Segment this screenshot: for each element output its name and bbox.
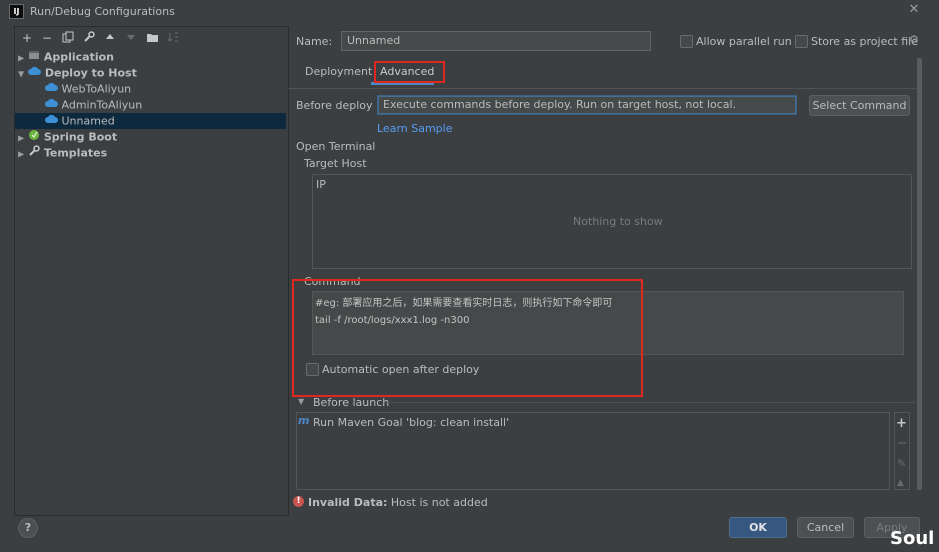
copy-icon[interactable] [61,31,75,45]
learn-sample-link[interactable]: Learn Sample [377,122,453,135]
select-command-button[interactable]: Select Command [809,95,910,116]
tree-item-admintoaliyun[interactable]: AdminToAliyun [45,97,286,113]
status-bold: Invalid Data: [308,496,388,509]
settings-gear-icon[interactable]: ⚙ [909,33,919,46]
cloud-deploy-icon [45,97,58,114]
before-launch-label: Before launch [313,396,390,409]
tab-deployment[interactable]: Deployment [305,65,372,78]
wrench-icon [28,145,40,162]
tree-item-application[interactable]: ▶ Application [18,49,286,65]
status-message: Invalid Data: Host is not added [308,496,488,509]
vertical-scrollbar[interactable] [917,58,922,490]
wrench-icon[interactable] [82,31,96,45]
store-project-file-checkbox[interactable] [795,35,808,48]
add-icon[interactable]: + [20,31,34,45]
move-up-icon[interactable] [103,31,117,45]
sort-icon[interactable] [166,31,180,45]
allow-parallel-label: Allow parallel run [696,35,792,48]
tab-divider [288,88,920,89]
before-launch-task[interactable]: Run Maven Goal 'blog: clean install' [313,416,509,429]
before-launch-divider [385,402,915,403]
expand-arrow-icon[interactable]: ▶ [18,134,24,143]
close-icon[interactable]: ✕ [906,2,922,18]
open-terminal-label: Open Terminal [296,140,376,153]
remove-icon[interactable]: − [40,31,54,45]
error-icon: ! [293,496,304,507]
cloud-deploy-icon [28,65,41,82]
expand-arrow-icon[interactable]: ▶ [18,150,24,159]
target-host-label: Target Host [304,157,367,170]
cancel-button[interactable]: Cancel [797,517,854,538]
store-project-file-label: Store as project file [811,35,918,48]
remove-task-icon[interactable]: − [897,436,908,451]
highlight-box-advanced [374,61,445,83]
help-button[interactable]: ? [18,518,38,538]
move-task-up-icon[interactable]: ▲ [897,478,904,488]
tree-item-templates[interactable]: ▶ Templates [18,145,286,161]
intellij-app-icon: IJ [9,4,24,19]
move-down-icon[interactable] [124,31,138,45]
maven-icon: m [298,414,310,427]
add-task-icon[interactable]: + [896,416,907,431]
highlight-box-command [292,279,643,397]
edit-task-icon[interactable]: ✎ [897,457,906,470]
collapse-arrow-icon[interactable]: ▼ [18,70,24,79]
folder-icon[interactable] [145,31,159,45]
window-title: Run/Debug Configurations [30,5,175,18]
ok-button[interactable]: OK [729,517,787,538]
watermark-text: Soul [890,528,935,549]
name-input[interactable]: Unnamed [341,31,651,51]
cloud-deploy-icon [45,113,58,130]
tree-item-deploy-to-host[interactable]: ▼ Deploy to Host [18,65,286,81]
before-deploy-input[interactable]: Execute commands before deploy. Run on t… [377,95,797,115]
collapse-arrow-icon[interactable]: ▼ [298,397,304,406]
status-text: Host is not added [390,496,488,509]
ip-column-header: IP [316,178,326,191]
before-deploy-label: Before deploy [296,99,373,112]
tree-item-webtoaliyun[interactable]: WebToAliyun [45,81,286,97]
spring-boot-icon [28,129,40,146]
empty-table-text: Nothing to show [573,215,663,228]
allow-parallel-checkbox[interactable] [680,35,693,48]
tree-item-unnamed[interactable]: Unnamed [15,113,286,129]
name-label: Name: [296,35,333,48]
application-icon [28,49,40,66]
expand-arrow-icon[interactable]: ▶ [18,54,24,63]
tree-item-spring-boot[interactable]: ▶ Spring Boot [18,129,286,145]
cloud-deploy-icon [45,81,58,98]
